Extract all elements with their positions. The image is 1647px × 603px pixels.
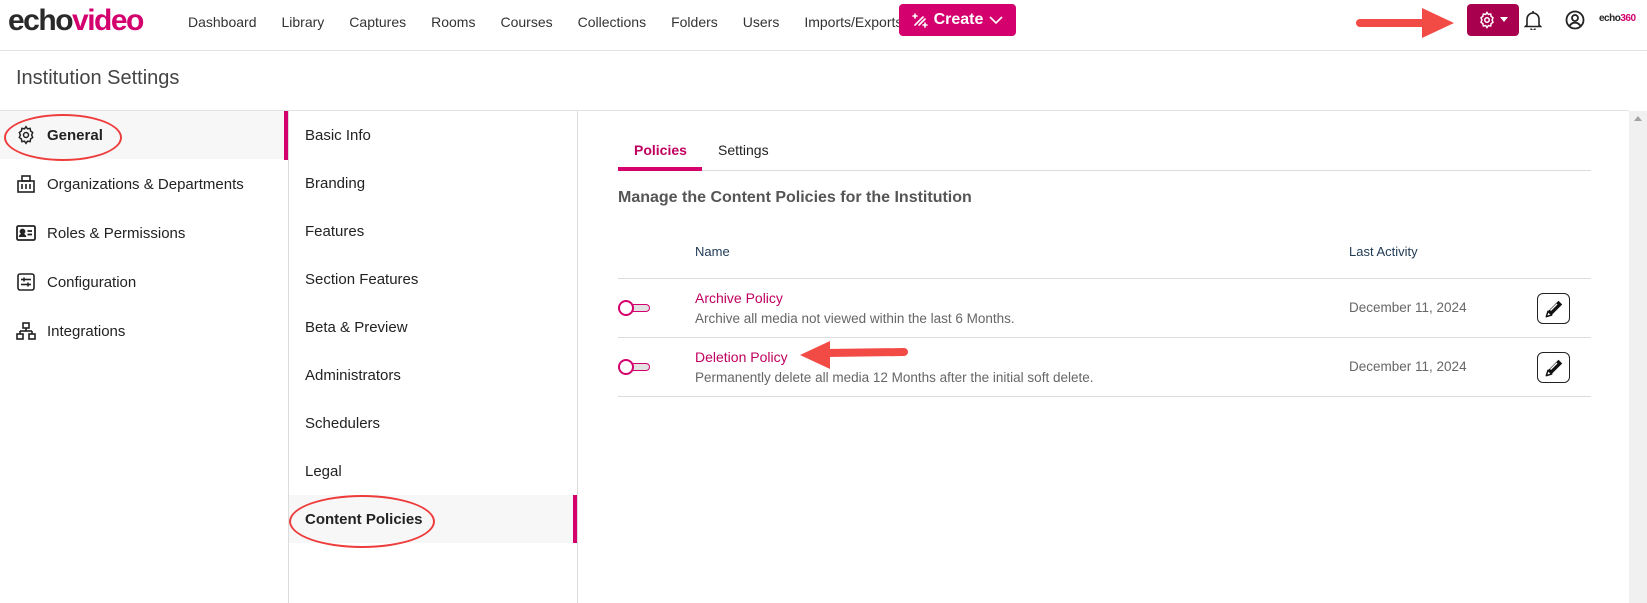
nav-users[interactable]: Users <box>743 12 780 32</box>
content-tabs: Policies Settings <box>618 135 1591 171</box>
echo360-text-360: 360 <box>1620 13 1636 24</box>
logo-text-video: video <box>72 4 144 37</box>
top-navigation-bar: echovideo Dashboard Library Captures Roo… <box>0 0 1647 51</box>
policy-last-activity: December 11, 2024 <box>1349 359 1467 374</box>
subnav-item-legal[interactable]: Legal <box>289 447 574 495</box>
subnav-item-features[interactable]: Features <box>289 207 574 255</box>
policy-description: Archive all media not viewed within the … <box>695 311 1015 326</box>
table-row-divider <box>618 396 1591 397</box>
subnav-item-schedulers[interactable]: Schedulers <box>289 399 574 447</box>
main-nav: Dashboard Library Captures Rooms Courses… <box>188 12 927 32</box>
user-circle-icon[interactable] <box>1565 10 1585 30</box>
sidebar-item-organizations[interactable]: Organizations & Departments <box>0 160 286 208</box>
sidebar-item-label: Roles & Permissions <box>47 224 186 242</box>
toggle-knob <box>618 300 634 316</box>
sidebar-item-roles-permissions[interactable]: Roles & Permissions <box>0 209 286 257</box>
pencil-icon <box>1545 300 1562 317</box>
subnav-item-branding[interactable]: Branding <box>289 159 574 207</box>
subnav-item-section-features[interactable]: Section Features <box>289 255 574 303</box>
annotation-arrow-left <box>800 341 908 369</box>
policy-name-link[interactable]: Deletion Policy <box>695 349 788 365</box>
create-button[interactable]: Create <box>899 4 1016 36</box>
column-header-last-activity[interactable]: Last Activity <box>1349 244 1418 259</box>
tab-policies[interactable]: Policies <box>634 142 687 158</box>
caret-down-icon <box>1500 17 1508 22</box>
network-icon <box>16 321 36 341</box>
building-icon <box>16 174 36 194</box>
sidebar-item-label: Organizations & Departments <box>47 175 244 193</box>
logo-text-echo: echo <box>8 4 74 37</box>
sidebar-item-label: Configuration <box>47 273 137 291</box>
edit-policy-button[interactable] <box>1537 352 1570 383</box>
archive-policy-toggle[interactable] <box>618 300 651 316</box>
edit-policy-button[interactable] <box>1537 293 1570 324</box>
magic-wand-icon <box>911 13 928 28</box>
id-card-icon <box>16 223 36 243</box>
nav-collections[interactable]: Collections <box>578 12 646 32</box>
policy-last-activity: December 11, 2024 <box>1349 300 1467 315</box>
settings-menu-button[interactable] <box>1467 4 1519 36</box>
deletion-policy-toggle[interactable] <box>618 359 651 375</box>
sidebar-item-configuration[interactable]: Configuration <box>0 258 286 306</box>
toggle-knob <box>618 359 634 375</box>
tab-settings[interactable]: Settings <box>718 142 769 158</box>
pencil-icon <box>1545 359 1562 376</box>
vertical-scrollbar[interactable] <box>1629 111 1647 603</box>
scroll-up-arrow-icon[interactable] <box>1634 116 1642 121</box>
active-tab-indicator <box>618 167 702 171</box>
nav-imports-exports[interactable]: Imports/Exports <box>804 12 902 32</box>
nav-folders[interactable]: Folders <box>671 12 718 32</box>
general-subnav: Basic Info Branding Features Section Fea… <box>289 111 577 603</box>
nav-library[interactable]: Library <box>282 12 325 32</box>
nav-dashboard[interactable]: Dashboard <box>188 12 257 32</box>
echo360-text-echo: echo <box>1599 13 1621 24</box>
nav-rooms[interactable]: Rooms <box>431 12 475 32</box>
create-button-label: Create <box>933 11 984 28</box>
policy-name-link[interactable]: Archive Policy <box>695 290 783 306</box>
bell-icon[interactable] <box>1524 10 1542 30</box>
subnav-item-administrators[interactable]: Administrators <box>289 351 574 399</box>
section-heading: Manage the Content Policies for the Inst… <box>618 189 972 206</box>
sidebar-item-label: Integrations <box>47 322 126 340</box>
policy-description: Permanently delete all media 12 Months a… <box>695 370 1094 385</box>
annotation-arrow-right <box>1356 8 1454 38</box>
gear-icon <box>1480 11 1494 29</box>
sidebar-item-integrations[interactable]: Integrations <box>0 307 286 355</box>
table-row-divider <box>618 337 1591 338</box>
gear-icon <box>16 125 36 145</box>
page-title: Institution Settings <box>16 67 180 89</box>
column-header-name[interactable]: Name <box>695 244 730 259</box>
table-header-divider <box>618 278 1591 279</box>
column-divider <box>577 111 578 603</box>
settings-sidebar: General Organizations & Departments Role… <box>0 111 288 603</box>
subnav-item-content-policies[interactable]: Content Policies <box>289 495 574 543</box>
sidebar-item-general[interactable]: General <box>0 111 286 159</box>
echo360-logo[interactable]: echo360 <box>1599 13 1636 24</box>
echovideo-logo[interactable]: echovideo <box>8 4 144 37</box>
subnav-item-beta-preview[interactable]: Beta & Preview <box>289 303 574 351</box>
sliders-icon <box>16 272 36 292</box>
subnav-item-basic-info[interactable]: Basic Info <box>289 111 574 159</box>
sidebar-item-label: General <box>47 126 103 144</box>
chevron-down-icon <box>989 16 1003 25</box>
nav-courses[interactable]: Courses <box>500 12 552 32</box>
nav-captures[interactable]: Captures <box>349 12 406 32</box>
